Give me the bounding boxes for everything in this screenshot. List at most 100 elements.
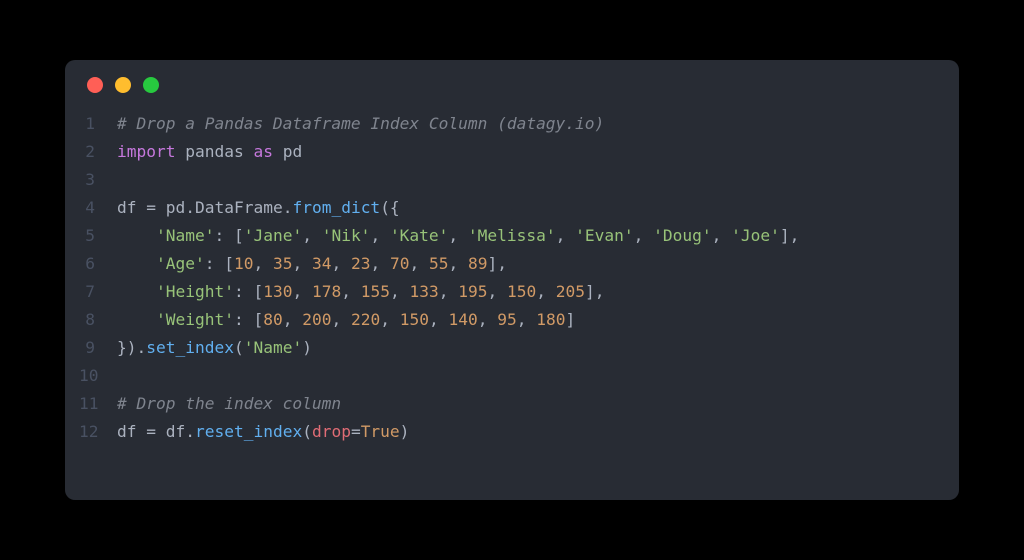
variable: df xyxy=(117,422,137,441)
code-content: 'Weight': [80, 200, 220, 150, 140, 95, 1… xyxy=(117,306,575,334)
comma: , xyxy=(341,282,361,301)
punct: ) xyxy=(400,422,410,441)
punct: ) xyxy=(302,338,312,357)
operator: = xyxy=(137,198,166,217)
variable: df xyxy=(117,198,137,217)
code-line: 5 'Name': ['Jane', 'Nik', 'Kate', 'Melis… xyxy=(79,222,959,250)
string: 'Jane' xyxy=(244,226,302,245)
comma: , xyxy=(331,254,351,273)
line-number: 12 xyxy=(79,418,117,446)
dot: . xyxy=(283,198,293,217)
string-key: 'Name' xyxy=(156,226,214,245)
boolean: True xyxy=(361,422,400,441)
line-number: 4 xyxy=(79,194,117,222)
line-number: 11 xyxy=(79,390,117,418)
line-number: 1 xyxy=(79,110,117,138)
code-window: 1 # Drop a Pandas Dataframe Index Column… xyxy=(65,60,959,500)
minimize-icon[interactable] xyxy=(115,77,131,93)
code-line: 1 # Drop a Pandas Dataframe Index Column… xyxy=(79,110,959,138)
punct: ], xyxy=(487,254,507,273)
code-content: 'Age': [10, 35, 34, 23, 70, 55, 89], xyxy=(117,250,507,278)
comma: , xyxy=(390,282,410,301)
code-line: 7 'Height': [130, 178, 155, 133, 195, 15… xyxy=(79,278,959,306)
line-number: 10 xyxy=(79,362,117,390)
number: 205 xyxy=(556,282,585,301)
comma: , xyxy=(439,282,459,301)
number: 130 xyxy=(263,282,292,301)
comma: , xyxy=(283,310,303,329)
number: 89 xyxy=(468,254,488,273)
number: 220 xyxy=(351,310,380,329)
string: 'Doug' xyxy=(653,226,711,245)
string: 'Melissa' xyxy=(468,226,556,245)
string: 'Joe' xyxy=(731,226,780,245)
comma: , xyxy=(634,226,654,245)
code-content: # Drop a Pandas Dataframe Index Column (… xyxy=(117,110,604,138)
punct: ] xyxy=(565,310,575,329)
comma: , xyxy=(478,310,498,329)
close-icon[interactable] xyxy=(87,77,103,93)
line-number: 6 xyxy=(79,250,117,278)
comma: , xyxy=(331,310,351,329)
punct: ], xyxy=(780,226,800,245)
string: 'Name' xyxy=(244,338,302,357)
code-content: df = df.reset_index(drop=True) xyxy=(117,418,409,446)
punct: ( xyxy=(234,338,244,357)
code-line: 12 df = df.reset_index(drop=True) xyxy=(79,418,959,446)
number: 195 xyxy=(458,282,487,301)
string: 'Kate' xyxy=(390,226,448,245)
operator: = xyxy=(137,422,166,441)
keyword-import: import xyxy=(117,142,175,161)
comma: , xyxy=(556,226,576,245)
comma: , xyxy=(487,282,507,301)
number: 80 xyxy=(263,310,283,329)
comma: , xyxy=(712,226,732,245)
code-content: 'Height': [130, 178, 155, 133, 195, 150,… xyxy=(117,278,604,306)
code-line: 10 xyxy=(79,362,959,390)
comma: , xyxy=(429,310,449,329)
code-line: 9 }).set_index('Name') xyxy=(79,334,959,362)
string-key: 'Height' xyxy=(156,282,234,301)
class-name: DataFrame xyxy=(195,198,283,217)
comma: , xyxy=(292,254,312,273)
number: 70 xyxy=(390,254,410,273)
punct: : [ xyxy=(234,310,263,329)
number: 55 xyxy=(429,254,449,273)
comma: , xyxy=(370,226,390,245)
number: 34 xyxy=(312,254,332,273)
code-content: # Drop the index column xyxy=(117,390,341,418)
punct: : [ xyxy=(214,226,243,245)
code-line: 2 import pandas as pd xyxy=(79,138,959,166)
number: 23 xyxy=(351,254,371,273)
comma: , xyxy=(380,310,400,329)
zoom-icon[interactable] xyxy=(143,77,159,93)
number: 180 xyxy=(536,310,565,329)
line-number: 2 xyxy=(79,138,117,166)
variable: df xyxy=(166,422,186,441)
number: 150 xyxy=(507,282,536,301)
method-name: from_dict xyxy=(292,198,380,217)
comma: , xyxy=(253,254,273,273)
comma: , xyxy=(409,254,429,273)
string: 'Evan' xyxy=(575,226,633,245)
punct: : [ xyxy=(205,254,234,273)
number: 35 xyxy=(273,254,293,273)
dot: . xyxy=(185,422,195,441)
code-content: df = pd.DataFrame.from_dict({ xyxy=(117,194,400,222)
number: 95 xyxy=(497,310,517,329)
code-content: import pandas as pd xyxy=(117,138,302,166)
operator: = xyxy=(351,422,361,441)
punct: ({ xyxy=(380,198,400,217)
code-editor: 1 # Drop a Pandas Dataframe Index Column… xyxy=(65,110,959,446)
comma: , xyxy=(448,254,468,273)
named-param: drop xyxy=(312,422,351,441)
keyword-as: as xyxy=(253,142,273,161)
code-content: 'Name': ['Jane', 'Nik', 'Kate', 'Melissa… xyxy=(117,222,799,250)
module-name: pandas xyxy=(185,142,243,161)
code-content: }).set_index('Name') xyxy=(117,334,312,362)
code-line: 4 df = pd.DataFrame.from_dict({ xyxy=(79,194,959,222)
comment: # Drop the index column xyxy=(117,394,341,413)
comma: , xyxy=(302,226,322,245)
code-line: 3 xyxy=(79,166,959,194)
number: 178 xyxy=(312,282,341,301)
